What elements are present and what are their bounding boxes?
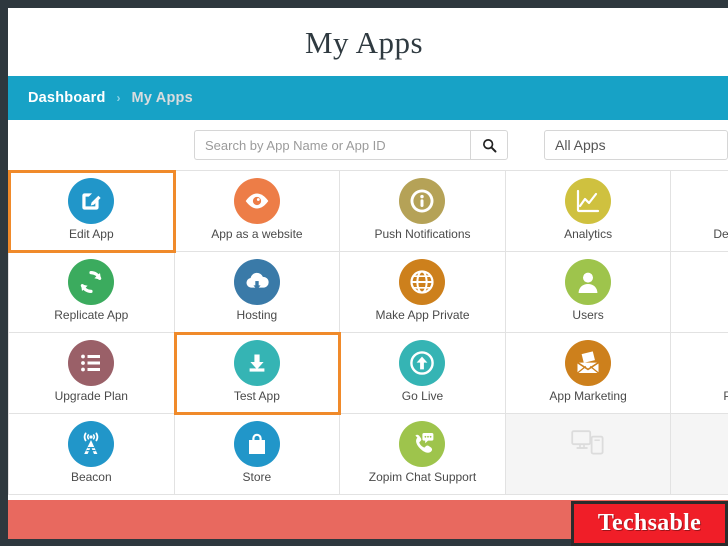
eye-glyph — [245, 193, 269, 209]
tile-label: Zopim Chat Support — [368, 470, 477, 484]
page-surface: My Apps Dashboard › My Apps All Apps — [8, 8, 728, 539]
tile-edit-app[interactable]: Edit App — [8, 170, 176, 253]
store-glyph — [248, 433, 265, 454]
devices-glyph — [571, 430, 604, 455]
tile-upgrade-plan[interactable]: Upgrade Plan — [9, 333, 175, 414]
tile-zopim-chat-support[interactable]: Zopim Chat Support — [340, 414, 506, 495]
list-icon — [68, 340, 115, 386]
cloud-download-icon — [233, 259, 280, 305]
watermark-text: Techsable — [597, 510, 702, 536]
breadcrumb-link-dashboard[interactable]: Dashboard — [28, 90, 106, 106]
shopping-bag-icon — [233, 421, 280, 467]
search-icon — [482, 138, 496, 152]
tile-make-app-private[interactable]: Make App Private — [340, 252, 506, 333]
hosting-glyph — [246, 272, 269, 290]
filter-select-value: All Apps — [555, 137, 606, 153]
title-band: My Apps — [8, 8, 728, 76]
download-glyph — [249, 354, 265, 372]
tile-billing[interactable]: Billing — [671, 252, 728, 333]
toolbar: All Apps — [8, 120, 728, 170]
user-glyph — [578, 272, 598, 293]
tile-label: App Marketing — [549, 389, 627, 403]
zopim-glyph — [415, 433, 434, 453]
envelope-mail-icon — [565, 340, 612, 386]
page-title: My Apps — [304, 24, 424, 60]
tile-analytics[interactable]: Analytics — [505, 171, 672, 252]
breadcrumb-current-my-apps: My Apps — [131, 90, 193, 106]
marketing-glyph — [577, 350, 600, 374]
list-glyph — [81, 354, 101, 372]
globe-icon — [399, 259, 446, 305]
tile-placeholder-2 — [671, 414, 728, 495]
tile-label: Upgrade Plan — [54, 389, 128, 403]
tile-label: Edit App — [68, 227, 114, 241]
search-button[interactable] — [470, 130, 508, 160]
tile-app-marketing[interactable]: App Marketing — [505, 333, 672, 414]
tile-label: Go Live — [401, 389, 444, 403]
phone-chat-icon — [399, 421, 446, 467]
tile-label: Users — [572, 308, 604, 322]
info-glyph — [410, 189, 434, 213]
tile-label: Beacon — [70, 470, 112, 484]
tile-store[interactable]: Store — [174, 414, 341, 495]
app-window: My Apps Dashboard › My Apps All Apps — [0, 0, 728, 546]
tile-label: Promotions — [723, 389, 728, 403]
tile-replicate-app[interactable]: Replicate App — [9, 252, 175, 333]
breadcrumb: Dashboard › My Apps — [8, 76, 728, 120]
tile-hosting[interactable]: Hosting — [174, 252, 341, 333]
tile-go-live[interactable]: Go Live — [340, 333, 506, 414]
search-input[interactable] — [194, 130, 470, 160]
devices-placeholder-icon — [571, 429, 605, 462]
globe-glyph — [410, 270, 435, 294]
tile-app-as-a-website[interactable]: App as a website — [174, 171, 341, 252]
edit-app-glyph — [82, 193, 101, 210]
tile-test-app[interactable]: Test App — [173, 332, 342, 415]
replicate-refresh-icon — [68, 259, 115, 305]
beacon-tower-icon — [68, 421, 115, 467]
tile-push-notifications[interactable]: Push Notifications — [340, 171, 506, 252]
tile-label: Replicate App — [54, 308, 129, 322]
tile-label: App as a website — [211, 227, 303, 241]
tile-label: Store — [242, 470, 272, 484]
app-tile-grid: Edit App App as a website Push Notificat… — [8, 170, 728, 495]
tile-label: Make App Private — [375, 308, 470, 322]
tile-label: Test App — [233, 389, 280, 403]
tile-promotions[interactable]: Promotions — [671, 333, 728, 414]
filter-select-all-apps[interactable]: All Apps — [544, 130, 728, 160]
tile-label: Deactivate App — [713, 227, 728, 241]
tile-deactivate-app[interactable]: Deactivate App — [671, 171, 728, 252]
info-icon — [399, 178, 446, 224]
watermark: Techsable — [571, 501, 728, 546]
tile-label: Push Notifications — [374, 227, 471, 241]
analytics-chart-icon — [565, 178, 612, 224]
replicate-glyph — [81, 271, 102, 293]
beacon-glyph — [84, 432, 99, 454]
user-icon — [565, 259, 612, 305]
tile-label: Analytics — [564, 227, 613, 241]
arrow-up-circle-icon — [399, 340, 446, 386]
tile-beacon[interactable]: Beacon — [9, 414, 175, 495]
tile-users[interactable]: Users — [505, 252, 672, 333]
tile-placeholder-1 — [505, 414, 672, 495]
search-group — [194, 130, 508, 160]
go-live-glyph — [410, 351, 435, 375]
tile-label: Hosting — [236, 308, 278, 322]
analytics-glyph — [576, 189, 600, 213]
eye-icon — [233, 178, 280, 224]
edit-app-icon — [68, 178, 115, 224]
download-icon — [233, 340, 280, 386]
breadcrumb-separator-icon: › — [116, 91, 121, 105]
